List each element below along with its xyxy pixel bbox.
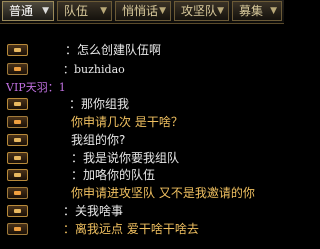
message-text: ：关我啥事 xyxy=(63,204,124,218)
tab-label: 攻坚队 xyxy=(181,4,218,18)
badge-icon xyxy=(7,134,28,146)
chat-message: ：加咯你的队伍 xyxy=(3,167,281,184)
tab-label: 队伍 xyxy=(64,4,89,18)
player-name[interactable] xyxy=(30,96,64,113)
player-name[interactable] xyxy=(30,114,64,131)
tab-whisper[interactable]: 悄悄话 ▼ xyxy=(115,1,171,21)
chat-message: 你申请进攻坚队 又不是我邀请的你 xyxy=(3,185,281,202)
message-text: ：那你组我 xyxy=(69,97,130,111)
chat-message: ：那你组我 xyxy=(3,96,281,113)
chevron-down-icon: ▼ xyxy=(100,6,107,16)
badge-icon xyxy=(7,152,28,164)
chat-log: ：怎么创建队伍啊 ：buzhidao VIP天羽：1 ：那你组我 你申请几次 是… xyxy=(0,24,284,249)
chat-message: ：关我啥事 xyxy=(3,203,281,220)
player-name[interactable] xyxy=(30,150,64,167)
message-text: VIP天羽：1 xyxy=(6,81,66,94)
chat-message: 你申请几次 是干啥？ xyxy=(3,114,281,131)
chat-message: ：怎么创建队伍啊 xyxy=(3,42,281,59)
player-name[interactable] xyxy=(30,132,64,149)
message-text: 你申请进攻坚队 又不是我邀请的你 xyxy=(71,186,255,200)
badge-icon xyxy=(7,63,28,75)
badge-icon xyxy=(7,98,28,110)
message-text: ：我是说你要我组队 xyxy=(71,151,180,165)
message-text: ：离我远点 爱干啥干啥去 xyxy=(63,222,199,236)
tab-general[interactable]: 普通 ▼ xyxy=(2,1,54,21)
player-name[interactable] xyxy=(30,42,64,59)
message-text: ：加咯你的队伍 xyxy=(71,168,156,182)
chat-message: ：buzhidao xyxy=(3,61,281,78)
chevron-down-icon: ▼ xyxy=(270,6,277,16)
message-text: 我组的你? xyxy=(71,133,126,147)
tab-label: 募集 xyxy=(239,4,264,18)
badge-icon xyxy=(7,223,28,235)
chat-message: VIP天羽：1 xyxy=(3,79,281,96)
message-text: ：buzhidao xyxy=(63,63,125,76)
chat-message: ：我是说你要我组队 xyxy=(3,150,281,167)
player-name[interactable] xyxy=(30,203,64,220)
message-text: 你申请几次 是干啥？ xyxy=(71,115,183,129)
chat-message: 我组的你? xyxy=(3,132,281,149)
chat-channel-tabbar: 普通 ▼ 队伍 ▼ 悄悄话 ▼ 攻坚队 ▼ 募集 ▼ xyxy=(0,0,284,24)
player-name[interactable] xyxy=(30,167,64,184)
tab-team[interactable]: 队伍 ▼ xyxy=(57,1,112,21)
player-name[interactable] xyxy=(30,221,64,238)
badge-icon xyxy=(7,116,28,128)
player-name[interactable] xyxy=(30,61,64,78)
badge-icon xyxy=(7,169,28,181)
badge-icon xyxy=(7,205,28,217)
tab-label: 悄悄话 xyxy=(122,4,159,18)
badge-icon xyxy=(7,44,28,56)
tab-label: 普通 xyxy=(9,4,34,18)
player-name[interactable] xyxy=(30,185,64,202)
badge-icon xyxy=(7,187,28,199)
chevron-down-icon: ▼ xyxy=(42,6,49,16)
chevron-down-icon: ▼ xyxy=(217,6,224,16)
chevron-down-icon: ▼ xyxy=(159,6,166,16)
tab-raid-team[interactable]: 攻坚队 ▼ xyxy=(174,1,229,21)
message-text: ：怎么创建队伍啊 xyxy=(65,43,162,57)
tab-recruit[interactable]: 募集 ▼ xyxy=(232,1,282,21)
chat-message: ：离我远点 爱干啥干啥去 xyxy=(3,221,281,238)
